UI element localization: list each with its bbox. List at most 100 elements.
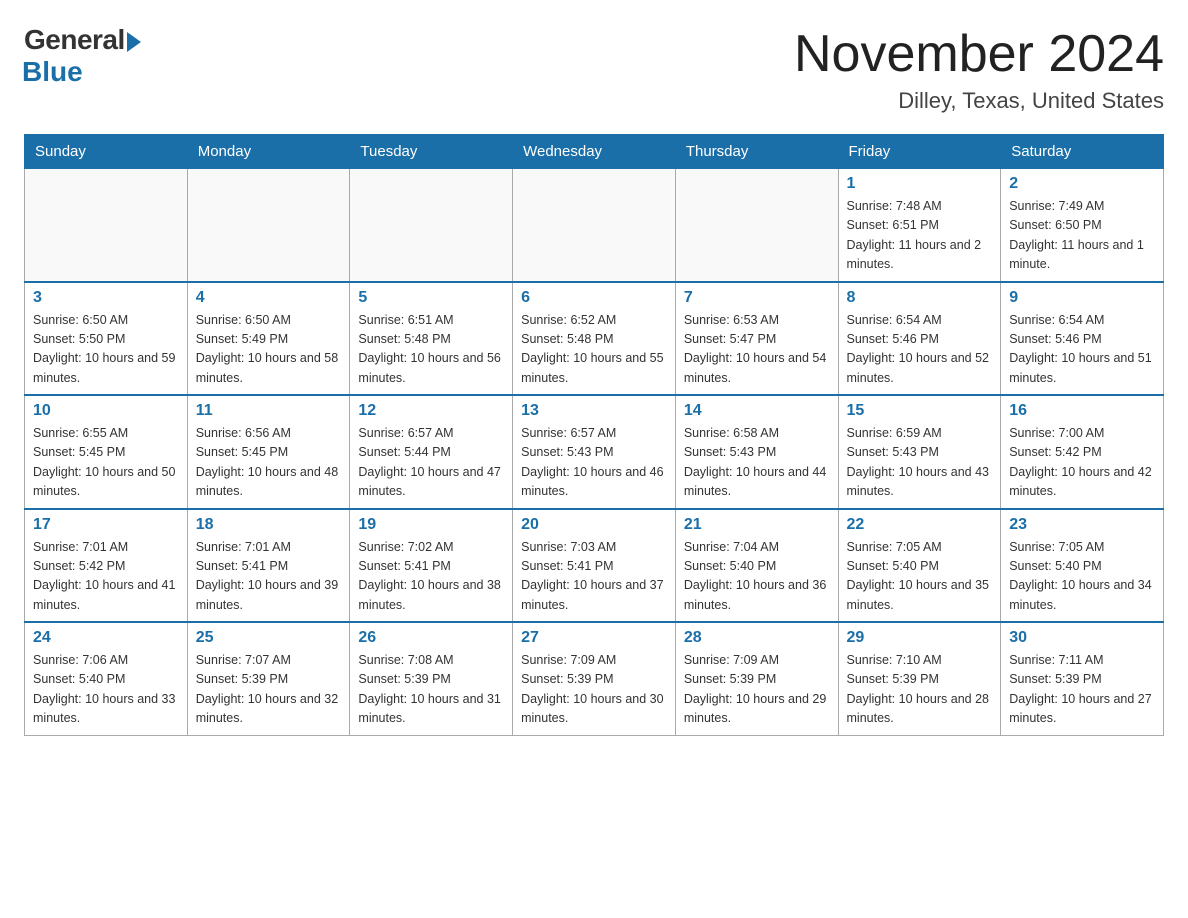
day-number: 10 — [33, 402, 179, 420]
day-info: Sunrise: 7:00 AM Sunset: 5:42 PM Dayligh… — [1009, 424, 1155, 502]
calendar-week-row: 3 Sunrise: 6:50 AM Sunset: 5:50 PM Daylig… — [25, 282, 1164, 396]
month-title: November 2024 — [794, 24, 1164, 84]
calendar-header-monday: Monday — [187, 135, 350, 169]
calendar-cell: 26 Sunrise: 7:08 AM Sunset: 5:39 PM Dayli… — [350, 622, 513, 735]
calendar-week-row: 1Sunrise: 7:48 AM Sunset: 6:51 PM Daylig… — [25, 169, 1164, 282]
calendar-week-row: 10 Sunrise: 6:55 AM Sunset: 5:45 PM Dayli… — [25, 395, 1164, 509]
day-info: Sunrise: 6:55 AM Sunset: 5:45 PM Dayligh… — [33, 424, 179, 502]
calendar-header-thursday: Thursday — [675, 135, 838, 169]
calendar-cell: 8Sunrise: 6:54 AM Sunset: 5:46 PM Daylig… — [838, 282, 1001, 396]
logo-general-text: General — [24, 24, 125, 56]
day-info: Sunrise: 7:06 AM Sunset: 5:40 PM Dayligh… — [33, 651, 179, 729]
calendar-header-friday: Friday — [838, 135, 1001, 169]
calendar-week-row: 24 Sunrise: 7:06 AM Sunset: 5:40 PM Dayli… — [25, 622, 1164, 735]
title-section: November 2024 Dilley, Texas, United Stat… — [794, 24, 1164, 114]
day-info: Sunrise: 6:56 AM Sunset: 5:45 PM Dayligh… — [196, 424, 342, 502]
day-info: Sunrise: 7:11 AM Sunset: 5:39 PM Dayligh… — [1009, 651, 1155, 729]
calendar-cell: 6 Sunrise: 6:52 AM Sunset: 5:48 PM Daylig… — [513, 282, 676, 396]
calendar-cell: 3 Sunrise: 6:50 AM Sunset: 5:50 PM Daylig… — [25, 282, 188, 396]
calendar-cell: 15Sunrise: 6:59 AM Sunset: 5:43 PM Dayli… — [838, 395, 1001, 509]
day-number: 23 — [1009, 516, 1155, 534]
day-number: 8 — [847, 289, 993, 307]
day-info: Sunrise: 6:53 AM Sunset: 5:47 PM Dayligh… — [684, 311, 830, 389]
calendar-cell: 9 Sunrise: 6:54 AM Sunset: 5:46 PM Daylig… — [1001, 282, 1164, 396]
calendar-week-row: 17 Sunrise: 7:01 AM Sunset: 5:42 PM Dayli… — [25, 509, 1164, 623]
calendar-cell: 11 Sunrise: 6:56 AM Sunset: 5:45 PM Dayli… — [187, 395, 350, 509]
calendar-cell: 7 Sunrise: 6:53 AM Sunset: 5:47 PM Daylig… — [675, 282, 838, 396]
day-number: 3 — [33, 289, 179, 307]
calendar-cell: 25 Sunrise: 7:07 AM Sunset: 5:39 PM Dayli… — [187, 622, 350, 735]
logo: General Blue — [24, 24, 141, 88]
calendar-cell: 18Sunrise: 7:01 AM Sunset: 5:41 PM Dayli… — [187, 509, 350, 623]
day-number: 16 — [1009, 402, 1155, 420]
day-number: 7 — [684, 289, 830, 307]
day-info: Sunrise: 7:49 AM Sunset: 6:50 PM Dayligh… — [1009, 197, 1155, 275]
day-info: Sunrise: 7:04 AM Sunset: 5:40 PM Dayligh… — [684, 538, 830, 616]
day-number: 19 — [358, 516, 504, 534]
calendar-cell: 23 Sunrise: 7:05 AM Sunset: 5:40 PM Dayli… — [1001, 509, 1164, 623]
day-number: 25 — [196, 629, 342, 647]
day-number: 27 — [521, 629, 667, 647]
day-number: 26 — [358, 629, 504, 647]
calendar-cell: 24 Sunrise: 7:06 AM Sunset: 5:40 PM Dayli… — [25, 622, 188, 735]
calendar-cell — [25, 169, 188, 282]
calendar-header-sunday: Sunday — [25, 135, 188, 169]
calendar-cell: 28Sunrise: 7:09 AM Sunset: 5:39 PM Dayli… — [675, 622, 838, 735]
day-number: 14 — [684, 402, 830, 420]
calendar-cell: 16 Sunrise: 7:00 AM Sunset: 5:42 PM Dayli… — [1001, 395, 1164, 509]
logo-blue-text: Blue — [22, 56, 83, 88]
day-number: 17 — [33, 516, 179, 534]
day-number: 13 — [521, 402, 667, 420]
calendar-cell: 5Sunrise: 6:51 AM Sunset: 5:48 PM Daylig… — [350, 282, 513, 396]
calendar-cell: 19 Sunrise: 7:02 AM Sunset: 5:41 PM Dayli… — [350, 509, 513, 623]
location-title: Dilley, Texas, United States — [794, 88, 1164, 114]
day-info: Sunrise: 6:57 AM Sunset: 5:44 PM Dayligh… — [358, 424, 504, 502]
day-info: Sunrise: 7:48 AM Sunset: 6:51 PM Dayligh… — [847, 197, 993, 275]
page-header: General Blue November 2024 Dilley, Texas… — [24, 24, 1164, 114]
calendar-cell — [513, 169, 676, 282]
day-info: Sunrise: 7:05 AM Sunset: 5:40 PM Dayligh… — [1009, 538, 1155, 616]
calendar-cell — [350, 169, 513, 282]
day-info: Sunrise: 6:58 AM Sunset: 5:43 PM Dayligh… — [684, 424, 830, 502]
day-info: Sunrise: 7:05 AM Sunset: 5:40 PM Dayligh… — [847, 538, 993, 616]
day-number: 18 — [196, 516, 342, 534]
day-info: Sunrise: 6:52 AM Sunset: 5:48 PM Dayligh… — [521, 311, 667, 389]
day-number: 20 — [521, 516, 667, 534]
calendar-header-tuesday: Tuesday — [350, 135, 513, 169]
day-number: 4 — [196, 289, 342, 307]
day-number: 28 — [684, 629, 830, 647]
day-number: 30 — [1009, 629, 1155, 647]
calendar-cell: 14 Sunrise: 6:58 AM Sunset: 5:43 PM Dayli… — [675, 395, 838, 509]
day-info: Sunrise: 6:50 AM Sunset: 5:50 PM Dayligh… — [33, 311, 179, 389]
day-number: 6 — [521, 289, 667, 307]
day-info: Sunrise: 7:10 AM Sunset: 5:39 PM Dayligh… — [847, 651, 993, 729]
calendar-table: SundayMondayTuesdayWednesdayThursdayFrid… — [24, 134, 1164, 736]
day-info: Sunrise: 7:07 AM Sunset: 5:39 PM Dayligh… — [196, 651, 342, 729]
day-info: Sunrise: 6:54 AM Sunset: 5:46 PM Dayligh… — [1009, 311, 1155, 389]
day-number: 9 — [1009, 289, 1155, 307]
calendar-cell: 27Sunrise: 7:09 AM Sunset: 5:39 PM Dayli… — [513, 622, 676, 735]
calendar-header-saturday: Saturday — [1001, 135, 1164, 169]
calendar-cell: 30 Sunrise: 7:11 AM Sunset: 5:39 PM Dayli… — [1001, 622, 1164, 735]
day-info: Sunrise: 7:02 AM Sunset: 5:41 PM Dayligh… — [358, 538, 504, 616]
day-info: Sunrise: 6:59 AM Sunset: 5:43 PM Dayligh… — [847, 424, 993, 502]
day-number: 22 — [847, 516, 993, 534]
day-info: Sunrise: 7:08 AM Sunset: 5:39 PM Dayligh… — [358, 651, 504, 729]
calendar-cell: 29 Sunrise: 7:10 AM Sunset: 5:39 PM Dayli… — [838, 622, 1001, 735]
day-info: Sunrise: 6:50 AM Sunset: 5:49 PM Dayligh… — [196, 311, 342, 389]
day-number: 29 — [847, 629, 993, 647]
calendar-cell: 4 Sunrise: 6:50 AM Sunset: 5:49 PM Daylig… — [187, 282, 350, 396]
calendar-cell: 13Sunrise: 6:57 AM Sunset: 5:43 PM Dayli… — [513, 395, 676, 509]
day-number: 11 — [196, 402, 342, 420]
day-number: 24 — [33, 629, 179, 647]
calendar-cell: 10 Sunrise: 6:55 AM Sunset: 5:45 PM Dayli… — [25, 395, 188, 509]
calendar-header-row: SundayMondayTuesdayWednesdayThursdayFrid… — [25, 135, 1164, 169]
calendar-cell: 22 Sunrise: 7:05 AM Sunset: 5:40 PM Dayli… — [838, 509, 1001, 623]
day-info: Sunrise: 7:03 AM Sunset: 5:41 PM Dayligh… — [521, 538, 667, 616]
calendar-header-wednesday: Wednesday — [513, 135, 676, 169]
day-info: Sunrise: 7:01 AM Sunset: 5:42 PM Dayligh… — [33, 538, 179, 616]
calendar-cell — [187, 169, 350, 282]
calendar-cell: 1Sunrise: 7:48 AM Sunset: 6:51 PM Daylig… — [838, 169, 1001, 282]
day-number: 2 — [1009, 175, 1155, 193]
logo-arrow-icon — [127, 32, 141, 52]
